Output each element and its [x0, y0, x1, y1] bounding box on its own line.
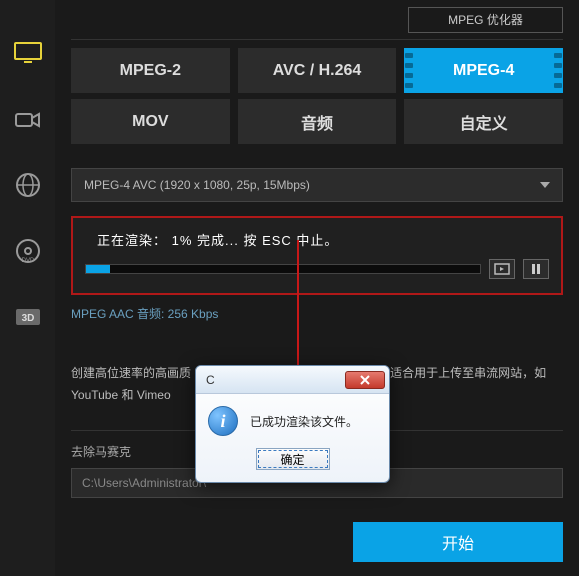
preview-toggle-button[interactable]	[489, 259, 515, 279]
dropdown-selected: MPEG-4 AVC (1920 x 1080, 25p, 15Mbps)	[84, 178, 310, 192]
disc-icon[interactable]: DVD	[13, 238, 43, 264]
optimizer-label: MPEG 优化器	[448, 11, 523, 28]
camcorder-icon[interactable]	[13, 106, 43, 132]
svg-text:DVD: DVD	[21, 258, 34, 264]
dialog-titlebar[interactable]: C	[196, 366, 389, 394]
three-d-icon[interactable]: 3D	[13, 304, 43, 330]
svg-text:3D: 3D	[21, 313, 34, 324]
start-button[interactable]: 开始	[353, 522, 563, 562]
monitor-icon[interactable]	[13, 40, 43, 66]
audio-codec-info: MPEG AAC 音频: 256 Kbps	[71, 305, 563, 322]
tab-custom[interactable]: 自定义	[404, 99, 563, 144]
progress-bar	[85, 264, 481, 274]
dialog-ok-button[interactable]: 确定	[256, 448, 330, 470]
close-icon	[360, 375, 370, 385]
sidebar: DVD 3D	[0, 0, 55, 576]
dialog-message: 已成功渲染该文件。	[250, 413, 358, 430]
tab-mov[interactable]: MOV	[71, 99, 230, 144]
dialog-close-button[interactable]	[345, 371, 385, 389]
main-panel: MPEG 优化器 MPEG-2 AVC / H.264 MPEG-4 MOV 音…	[55, 0, 579, 576]
format-tabs-row2: MOV 音频 自定义	[71, 99, 563, 144]
tab-audio[interactable]: 音频	[238, 99, 397, 144]
render-status-text: 正在渲染： 1% 完成... 按 ESC 中止。	[85, 230, 549, 249]
success-dialog: C i 已成功渲染该文件。 确定	[195, 365, 390, 483]
tab-mpeg4[interactable]: MPEG-4	[404, 48, 563, 93]
chevron-down-icon	[540, 182, 550, 188]
format-tabs-row1: MPEG-2 AVC / H.264 MPEG-4	[71, 48, 563, 93]
film-edge-icon	[551, 48, 565, 93]
format-preset-dropdown[interactable]: MPEG-4 AVC (1920 x 1080, 25p, 15Mbps)	[71, 168, 563, 202]
tab-avc-h264[interactable]: AVC / H.264	[238, 48, 397, 93]
film-edge-icon	[402, 48, 416, 93]
globe-icon[interactable]	[13, 172, 43, 198]
mpeg-optimizer-button[interactable]: MPEG 优化器	[408, 7, 563, 33]
info-icon: i	[208, 406, 238, 436]
render-progress-panel: 正在渲染： 1% 完成... 按 ESC 中止。	[71, 216, 563, 295]
dialog-title-text: C	[206, 373, 215, 387]
progress-fill	[86, 265, 110, 273]
tab-mpeg2[interactable]: MPEG-2	[71, 48, 230, 93]
pause-button[interactable]	[523, 259, 549, 279]
